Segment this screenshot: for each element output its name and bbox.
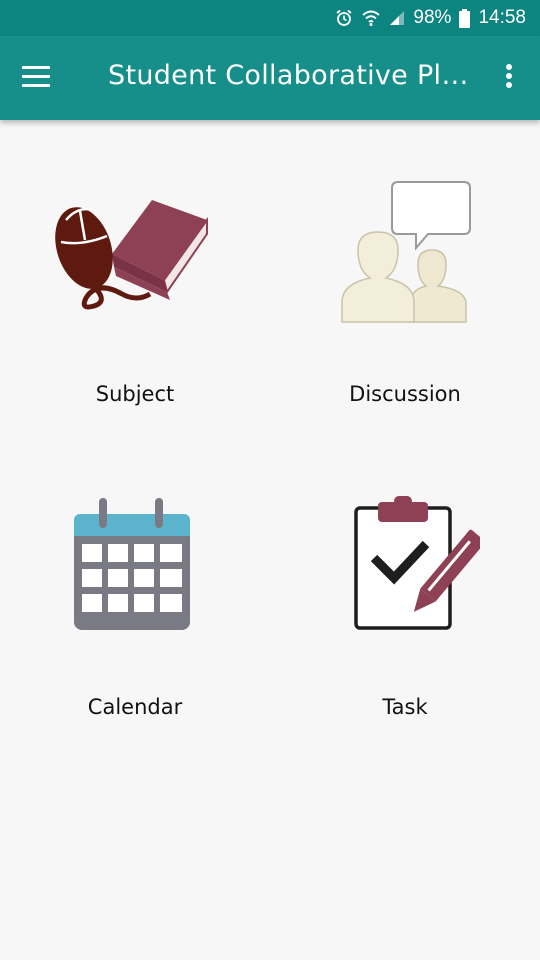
clock-time: 14:58 bbox=[478, 7, 526, 28]
menu-label-task: Task bbox=[382, 695, 428, 719]
signal-icon bbox=[389, 10, 405, 26]
discussion-people-icon bbox=[341, 181, 471, 323]
battery-percent: 98% bbox=[413, 7, 452, 28]
app-bar: Student Collaborative Pl… bbox=[0, 36, 540, 120]
app-title: Student Collaborative Pl… bbox=[108, 60, 468, 91]
menu-tile-task[interactable]: Task bbox=[270, 470, 540, 770]
mouse-book-icon bbox=[55, 200, 208, 310]
menu-label-discussion: Discussion bbox=[349, 382, 461, 406]
alarm-icon bbox=[335, 9, 353, 27]
status-bar: 98% 14:58 bbox=[0, 0, 540, 36]
menu-label-calendar: Calendar bbox=[87, 695, 183, 719]
calendar-icon bbox=[74, 498, 190, 630]
wifi-icon bbox=[361, 9, 381, 27]
menu-label-subject: Subject bbox=[95, 382, 175, 406]
menu-tile-subject[interactable]: Subject bbox=[0, 160, 270, 460]
menu-tile-calendar[interactable]: Calendar bbox=[0, 470, 270, 770]
task-clipboard-icon bbox=[354, 496, 480, 630]
hamburger-menu-icon[interactable] bbox=[22, 66, 50, 88]
battery-icon bbox=[459, 8, 471, 28]
more-vert-icon[interactable] bbox=[504, 64, 514, 94]
menu-tile-discussion[interactable]: Discussion bbox=[270, 160, 540, 460]
